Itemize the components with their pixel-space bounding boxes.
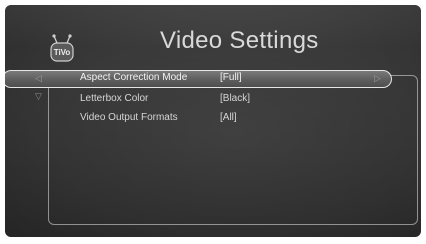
arrow-down-icon[interactable]: ▽ (35, 91, 42, 102)
arrow-right-icon[interactable]: ▷ (374, 73, 381, 84)
setting-label: Aspect Correction Mode (80, 72, 188, 83)
setting-label: Video Output Formats (80, 112, 178, 123)
setting-value: [Full] (220, 72, 242, 83)
arrow-left-icon[interactable]: ◁ (35, 73, 42, 84)
setting-label: Letterbox Color (80, 93, 149, 104)
setting-value: [All] (220, 112, 237, 123)
selection-highlight (5, 70, 392, 88)
tv-screen: TiVo Video Settings ◁ ▷ ▽ Aspect Correct… (5, 5, 421, 237)
setting-value: [Black] (220, 93, 251, 104)
page-title: Video Settings (160, 27, 319, 54)
tivo-logo: TiVo (50, 34, 74, 62)
tivo-logo-text: TiVo (54, 48, 71, 57)
